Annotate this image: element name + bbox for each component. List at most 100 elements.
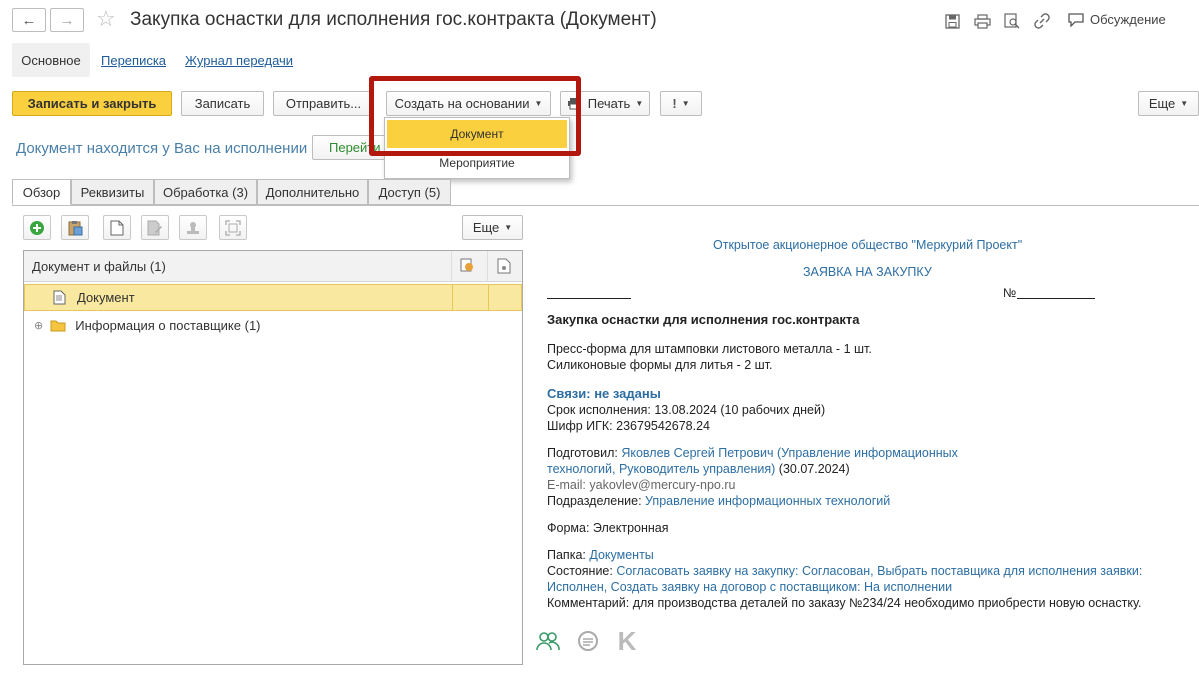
clipboard-icon — [68, 220, 83, 235]
menu-item-document[interactable]: Документ — [387, 120, 567, 148]
signature-column-icon[interactable] — [459, 258, 475, 274]
igk-value: 23679542678.24 — [616, 419, 710, 433]
favorite-star-icon[interactable]: ☆ — [96, 7, 116, 31]
form-label: Форма: — [547, 521, 590, 535]
print-label: Печать — [587, 96, 631, 111]
goto-label: Перейти — [329, 140, 381, 155]
state-link[interactable]: Исполнен, Создать заявку на договор с по… — [547, 580, 952, 594]
prepared-author-link[interactable]: Яковлев Сергей Петрович (Управление инфо… — [621, 446, 958, 460]
execution-status-text: Документ находится у Вас на исполнении — [16, 140, 308, 157]
preview-folder: Папка: Документы — [547, 548, 654, 562]
create-based-on-menu: Документ Мероприятие — [384, 117, 570, 179]
save-button[interactable]: Записать — [181, 91, 264, 116]
more-button[interactable]: Еще ▼ — [1138, 91, 1199, 116]
exclamation-icon: ! — [672, 96, 677, 111]
prepared-author-link[interactable]: технологий, Руководитель управления) — [547, 462, 775, 476]
tab-processing-label: Обработка (3) — [162, 184, 249, 200]
preview-comment: Комментарий: для производства деталей по… — [547, 596, 1199, 610]
tab-access-label: Доступ (5) — [378, 184, 441, 200]
list-item-label: Документ — [77, 290, 135, 305]
save-and-close-label: Записать и закрыть — [27, 96, 157, 111]
k-logo-icon[interactable]: K — [614, 626, 640, 656]
tab-main-label: Основное — [21, 52, 81, 68]
deadline-value: 13.08.2024 (10 рабочих дней) — [654, 403, 826, 417]
discussion-button[interactable]: Обсуждение — [1068, 12, 1166, 27]
tab-main[interactable]: Основное — [12, 43, 90, 77]
column-divider — [451, 251, 452, 282]
save-icon[interactable] — [943, 12, 961, 30]
files-more-button[interactable]: Еще ▼ — [462, 215, 523, 240]
chevron-down-icon: ▼ — [534, 99, 543, 108]
prepared-label: Подготовил: — [547, 446, 618, 460]
menu-item-document-label: Документ — [450, 127, 504, 141]
create-based-on-label: Создать на основании — [394, 96, 530, 111]
tab-overview-label: Обзор — [22, 184, 61, 200]
scan-button[interactable] — [219, 215, 247, 240]
file-column-icon[interactable] — [497, 258, 511, 274]
tab-overview[interactable]: Обзор — [12, 179, 71, 205]
files-more-label: Еще — [472, 220, 500, 235]
expand-icon[interactable]: ⊕ — [34, 319, 43, 332]
column-divider — [452, 285, 453, 310]
back-button[interactable]: ← — [12, 8, 46, 32]
department-label: Подразделение: — [547, 494, 642, 508]
preview-icon[interactable] — [1003, 12, 1021, 30]
chevron-down-icon: ▼ — [681, 99, 690, 108]
send-label: Отправить... — [285, 96, 362, 111]
edit-file-icon — [147, 220, 162, 235]
preview-email: E-mail: yakovlev@mercury-npo.ru — [547, 478, 736, 492]
state-link[interactable]: Согласовать заявку на закупку: Согласова… — [616, 564, 1142, 578]
list-item-label: Информация о поставщике (1) — [75, 318, 261, 333]
tab-processing[interactable]: Обработка (3) — [154, 179, 257, 205]
add-from-clipboard-button[interactable] — [61, 215, 89, 240]
comments-icon[interactable] — [575, 628, 601, 654]
tab-access[interactable]: Доступ (5) — [368, 179, 451, 205]
print-icon[interactable] — [973, 12, 991, 30]
chevron-down-icon: ▼ — [504, 223, 513, 232]
state-label: Состояние: — [547, 564, 613, 578]
arrow-right-icon: → — [59, 11, 75, 29]
print-button[interactable]: Печать ▼ — [560, 91, 650, 116]
save-and-close-button[interactable]: Записать и закрыть — [12, 91, 172, 116]
create-based-on-button[interactable]: Создать на основании ▼ — [386, 91, 551, 116]
tab-requisites-label: Реквизиты — [80, 184, 145, 200]
sign-button[interactable] — [179, 215, 207, 240]
files-list: Документ и файлы (1) Документ ⊕ Информац… — [23, 250, 523, 665]
preview-form: Форма: Электронная — [547, 521, 669, 535]
importance-button[interactable]: ! ▼ — [660, 91, 702, 116]
chat-icon — [1068, 12, 1084, 27]
participants-icon[interactable] — [535, 628, 561, 654]
preview-igk: Шифр ИГК: 23679542678.24 — [547, 419, 710, 433]
link-icon[interactable] — [1033, 12, 1051, 30]
new-file-button[interactable] — [103, 215, 131, 240]
tab-transfer-log[interactable]: Журнал передачи — [185, 53, 293, 68]
tab-correspondence[interactable]: Переписка — [101, 53, 166, 68]
comment-value: для производства деталей по заказу №234/… — [632, 596, 1142, 610]
preview-state-cont: Исполнен, Создать заявку на договор с по… — [547, 580, 952, 594]
preview-links-heading[interactable]: Связи: не заданы — [547, 386, 661, 401]
files-list-header: Документ и файлы (1) — [24, 251, 522, 282]
preview-company: Открытое акционерное общество "Меркурий … — [713, 238, 1023, 252]
preview-number-label: № — [1003, 286, 1017, 300]
scan-icon — [225, 219, 241, 236]
list-item-document[interactable]: Документ — [24, 284, 522, 311]
menu-item-event[interactable]: Мероприятие — [387, 149, 567, 177]
forward-button[interactable]: → — [50, 8, 84, 32]
tab-additional[interactable]: Дополнительно — [257, 179, 368, 205]
comment-label: Комментарий: — [547, 596, 630, 610]
add-button[interactable] — [23, 215, 51, 240]
send-button[interactable]: Отправить... — [273, 91, 374, 116]
printer-icon — [567, 98, 581, 110]
department-link[interactable]: Управление информационных технологий — [645, 494, 890, 508]
folder-link[interactable]: Документы — [589, 548, 653, 562]
preview-department: Подразделение: Управление информационных… — [547, 494, 890, 508]
save-label: Записать — [194, 96, 251, 111]
discussion-label: Обсуждение — [1090, 12, 1166, 27]
file-icon — [110, 220, 124, 235]
edit-file-button[interactable] — [141, 215, 169, 240]
preview-item: Силиконовые формы для литья - 2 шт. — [547, 358, 773, 372]
preview-state: Состояние: Согласовать заявку на закупку… — [547, 564, 1142, 578]
tab-requisites[interactable]: Реквизиты — [71, 179, 154, 205]
preview-prepared: Подготовил: Яковлев Сергей Петрович (Упр… — [547, 446, 958, 460]
list-item-supplier-info[interactable]: ⊕ Информация о поставщике (1) — [24, 312, 522, 339]
